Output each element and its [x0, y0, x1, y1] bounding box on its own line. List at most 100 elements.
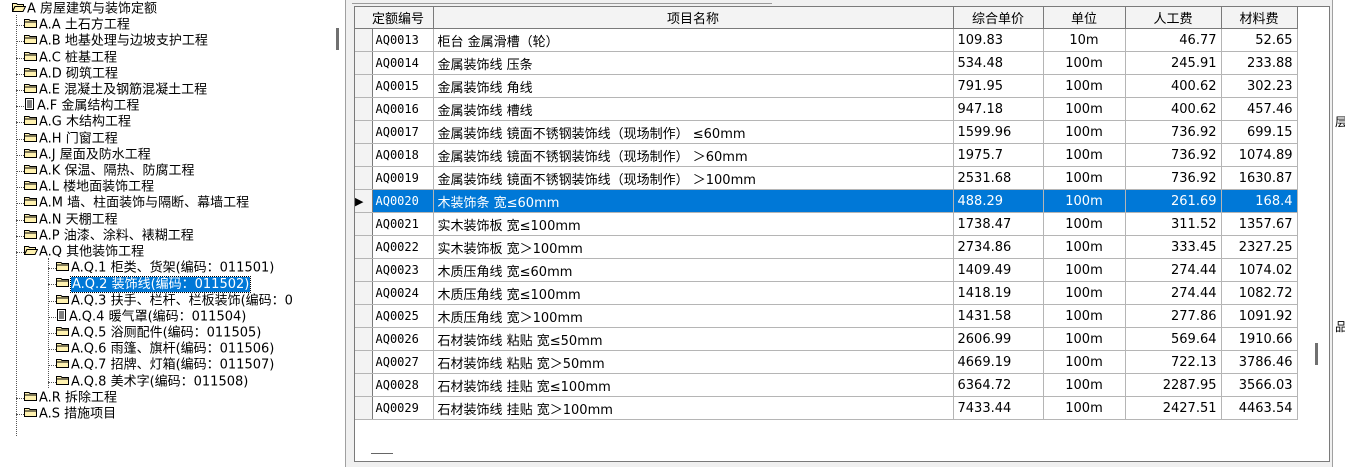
tree-node[interactable]: A.P 油漆、涂料、裱糊工程 [24, 228, 194, 244]
tree-node[interactable]: A.E 混凝土及钢筋混凝土工程 [24, 82, 207, 98]
tree-node-label: A.Q.4 暖气罩(编码：011504) [69, 309, 247, 325]
tree-node[interactable]: A.Q.2 装饰线(编码：011502) [56, 275, 252, 293]
tree-node[interactable]: A.N 天棚工程 [24, 212, 118, 228]
row-indicator[interactable] [355, 166, 373, 190]
quota-grid[interactable]: 定额编号 项目名称 综合单价 单位 人工费 材料费 AQ0013 柜台 金属滑槽（… [354, 6, 1330, 462]
cell-material: 4463.54 [1221, 396, 1298, 420]
tree-node[interactable]: A.G 木结构工程 [24, 114, 131, 130]
row-indicator[interactable]: ▶ [355, 189, 373, 213]
tree-node[interactable]: A.R 拆除工程 [24, 390, 117, 406]
table-row[interactable]: AQ0024 木质压角线 宽≤100mm 1418.19 100m 274.44 1082… [355, 281, 1298, 305]
table-row[interactable]: AQ0019 金属装饰线 镜面不锈钢装饰线（现场制作） ＞100mm 2531.68… [355, 166, 1298, 190]
folder-icon [56, 357, 70, 374]
col-header-code[interactable]: 定额编号 [372, 7, 434, 29]
cell-price: 1418.19 [953, 281, 1044, 305]
tree-scrollbar-thumb[interactable] [336, 28, 339, 50]
tree-node[interactable]: A.F 金属结构工程 [24, 98, 139, 114]
row-indicator[interactable] [355, 396, 373, 420]
row-indicator[interactable] [355, 304, 373, 328]
tree-node[interactable]: A.K 保温、隔热、防腐工程 [24, 163, 194, 179]
table-row[interactable]: AQ0022 实木装饰板 宽＞100mm 2734.86 100m 333.45 2327… [355, 235, 1298, 259]
tree-node[interactable]: A.Q.3 扶手、栏杆、栏板装饰(编码：0 [56, 293, 293, 309]
document-icon [56, 308, 68, 326]
table-header-row: 定额编号 项目名称 综合单价 单位 人工费 材料费 [355, 7, 1298, 29]
tree-scrollbar[interactable] [333, 0, 345, 467]
tree-node[interactable]: A.Q.5 浴厕配件(编码：011505) [56, 325, 261, 341]
cell-name: 木质压角线 宽≤100mm [433, 281, 954, 305]
row-indicator[interactable] [355, 373, 373, 397]
tree-connector [16, 90, 24, 91]
table-row[interactable]: ▶ AQ0020 木装饰条 宽≤60mm 488.29 100m 261.69 168.4 [355, 189, 1298, 213]
table-row[interactable]: AQ0014 金属装饰线 压条 534.48 100m 245.91 233.88 [355, 51, 1298, 75]
table-row[interactable]: AQ0025 木质压角线 宽＞100mm 1431.58 100m 277.86 1091… [355, 304, 1298, 328]
tree-connector [16, 57, 24, 59]
tree-node[interactable]: A.Q.7 招牌、灯箱(编码：011507) [56, 357, 274, 373]
tree-node-label: A.B 地基处理与边坡支护工程 [39, 33, 208, 49]
tree-node[interactable]: A.Q.8 美术字(编码：011508) [56, 374, 248, 390]
table-row[interactable]: AQ0028 石材装饰线 挂贴 宽≤100mm 6364.72 100m 2287.95… [355, 373, 1298, 397]
tree-node-label: A.L 楼地面装饰工程 [39, 179, 155, 195]
cell-labor: 333.45 [1125, 235, 1222, 259]
tree-node[interactable]: A.Q.4 暖气罩(编码：011504) [56, 308, 247, 326]
folder-icon [24, 114, 38, 131]
cell-price: 534.48 [953, 51, 1044, 75]
row-indicator[interactable] [355, 212, 373, 236]
col-header-unit[interactable]: 单位 [1043, 7, 1126, 29]
row-indicator[interactable] [355, 327, 373, 351]
col-header-material[interactable]: 材料费 [1221, 7, 1298, 29]
row-indicator[interactable] [355, 97, 373, 121]
tree-node[interactable]: A.S 措施项目 [24, 406, 116, 422]
cell-material: 1082.72 [1221, 281, 1298, 305]
tree-node[interactable]: A.B 地基处理与边坡支护工程 [24, 33, 208, 49]
tree-node[interactable]: A.C 桩基工程 [24, 50, 117, 66]
col-header-labor[interactable]: 人工费 [1125, 7, 1222, 29]
tree-node[interactable]: A.Q 其他装饰工程 [23, 244, 144, 260]
table-row[interactable]: AQ0021 实木装饰板 宽≤100mm 1738.47 100m 311.52 1357… [355, 212, 1298, 236]
table-row[interactable]: AQ0017 金属装饰线 镜面不锈钢装饰线（现场制作） ≤60mm 1599.96 1… [355, 120, 1298, 144]
tree-node[interactable]: A.Q.1 柜类、货架(编码：011501) [56, 260, 274, 276]
tree-node[interactable]: A.D 砌筑工程 [24, 66, 118, 82]
folder-icon [24, 33, 38, 50]
tree-node[interactable]: A.L 楼地面装饰工程 [24, 179, 154, 195]
table-row[interactable]: AQ0016 金属装饰线 槽线 947.18 100m 400.62 457.46 [355, 97, 1298, 121]
row-indicator[interactable] [355, 350, 373, 374]
category-tree[interactable]: A 房屋建筑与装饰定额 A.A 土石方工程 A.B 地基处理与边坡支护工程 A.C 桩… [0, 0, 346, 467]
table-row[interactable]: AQ0026 石材装饰线 粘贴 宽≤50mm 2606.99 100m 569.64 19… [355, 327, 1298, 351]
tree-connector [16, 15, 17, 437]
grid-scrollbar-thumb[interactable] [1315, 343, 1318, 365]
tree-node-label: A.D 砌筑工程 [39, 66, 118, 82]
row-indicator[interactable] [355, 143, 373, 167]
tree-connector [48, 349, 56, 351]
row-indicator[interactable] [355, 235, 373, 259]
tree-connector [16, 41, 24, 43]
tree-node[interactable]: A 房屋建筑与装饰定额 [11, 1, 157, 17]
tree-node[interactable]: A.A 土石方工程 [24, 17, 130, 33]
tree-node-label: A.H 门窗工程 [39, 131, 118, 147]
cell-price: 2606.99 [953, 327, 1044, 351]
tree-node[interactable]: A.Q.6 雨篷、旗杆(编码：011506) [56, 341, 274, 357]
table-row[interactable]: AQ0018 金属装饰线 镜面不锈钢装饰线（现场制作） ＞60mm 1975.7 10… [355, 143, 1298, 167]
tree-node[interactable]: A.M 墙、柱面装饰与隔断、幕墙工程 [24, 195, 249, 211]
row-indicator[interactable] [355, 74, 373, 98]
tree-node[interactable]: A.H 门窗工程 [24, 131, 118, 147]
tree-connector [16, 122, 24, 124]
right-panel-char-2: 品 [1335, 320, 1345, 334]
cell-material: 52.65 [1221, 28, 1298, 52]
table-row[interactable]: AQ0029 石材装饰线 挂贴 宽＞100mm 7433.44 100m 2427.51… [355, 396, 1298, 420]
table-row[interactable]: AQ0027 石材装饰线 粘贴 宽＞50mm 4669.19 100m 722.13 37… [355, 350, 1298, 374]
cell-labor: 46.77 [1125, 28, 1222, 52]
table-row[interactable]: AQ0023 木质压角线 宽≤60mm 1409.49 100m 274.44 1074.… [355, 258, 1298, 282]
row-indicator[interactable] [355, 28, 373, 52]
tree-connector [48, 365, 56, 367]
row-indicator[interactable] [355, 120, 373, 144]
row-indicator[interactable] [355, 281, 373, 305]
row-indicator[interactable] [355, 51, 373, 75]
cell-unit: 100m [1043, 212, 1126, 236]
folder-icon [24, 179, 38, 196]
col-header-price[interactable]: 综合单价 [953, 7, 1044, 29]
row-indicator[interactable] [355, 258, 373, 282]
tree-node[interactable]: A.J 屋面及防水工程 [24, 147, 151, 163]
table-row[interactable]: AQ0015 金属装饰线 角线 791.95 100m 400.62 302.23 [355, 74, 1298, 98]
table-row[interactable]: AQ0013 柜台 金属滑槽（轮） 109.83 10m 46.77 52.65 [355, 28, 1298, 52]
col-header-name[interactable]: 项目名称 [433, 7, 954, 29]
